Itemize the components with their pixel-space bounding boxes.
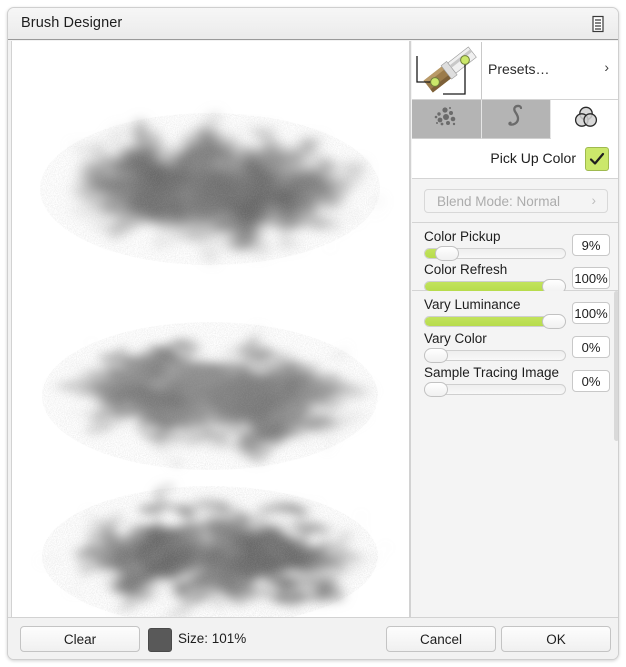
tab-scatter[interactable] (412, 100, 482, 139)
slider-value[interactable]: 100% (572, 267, 610, 289)
app-root: Brush Designer Presets… › Pick Up Color … (0, 0, 626, 667)
clear-button[interactable]: Clear (20, 626, 140, 652)
brush-settings-panel: Presets… › Pick Up Color Blend Mode: Nor… (410, 41, 618, 619)
slider-value[interactable]: 9% (572, 234, 610, 256)
scatter-dots-icon (431, 105, 461, 134)
brush-stroke-1 (40, 113, 380, 265)
chevron-right-icon: › (591, 193, 597, 208)
title-bar: Brush Designer (8, 8, 618, 40)
slider-thumb[interactable] (424, 382, 448, 397)
panel-scrollbar[interactable] (614, 291, 618, 441)
presets-row[interactable]: Presets… › (412, 41, 618, 100)
page-title: Brush Designer (21, 15, 123, 31)
brush-designer-window: Brush Designer Presets… › Pick Up Color … (7, 7, 619, 660)
slider-value[interactable]: 100% (572, 302, 610, 324)
brush-preview-canvas[interactable] (11, 41, 410, 619)
slider-label: Color Refresh (424, 262, 508, 277)
blend-mode-label: Blend Mode: Normal (437, 194, 561, 209)
tab-curve[interactable] (481, 100, 552, 139)
pick-up-color-checkbox[interactable] (585, 147, 609, 171)
list-menu-icon[interactable] (590, 15, 606, 33)
slider-value[interactable]: 0% (572, 336, 610, 358)
presets-label: Presets… (488, 61, 550, 77)
slider-thumb[interactable] (434, 246, 459, 261)
slider-value[interactable]: 0% (572, 370, 610, 392)
chevron-right-icon: › (604, 59, 609, 75)
tab-color[interactable] (551, 100, 618, 139)
ok-button[interactable]: OK (501, 626, 611, 652)
slider-thumb[interactable] (542, 314, 566, 329)
blend-mode-section: Blend Mode: Normal › (412, 179, 618, 223)
slider-thumb[interactable] (424, 348, 448, 363)
s-curve-icon (505, 104, 527, 135)
color-circles-icon (573, 104, 599, 135)
color-swatch[interactable] (148, 628, 172, 652)
size-label: Size: 101% (178, 631, 247, 646)
panel-tabs (412, 100, 618, 139)
slider-label: Color Pickup (424, 229, 501, 244)
slider-label: Vary Luminance (424, 297, 521, 312)
slider-label: Sample Tracing Image (424, 365, 560, 380)
color-sliders-section: Color Pickup 9% Color Refresh 100% (412, 223, 618, 294)
blend-mode-button[interactable]: Blend Mode: Normal › (424, 189, 608, 213)
slider-label: Vary Color (424, 331, 487, 346)
pick-up-color-label: Pick Up Color (490, 150, 576, 166)
pick-up-color-section: Pick Up Color (412, 139, 618, 179)
paintbrush-icon[interactable] (413, 42, 482, 99)
footer-bar: Clear Size: 101% Cancel OK (8, 617, 618, 659)
vary-sliders-section: Vary Luminance 100% Vary Color 0% Sample… (412, 291, 618, 397)
brush-stroke-2 (42, 322, 378, 470)
cancel-button[interactable]: Cancel (386, 626, 496, 652)
